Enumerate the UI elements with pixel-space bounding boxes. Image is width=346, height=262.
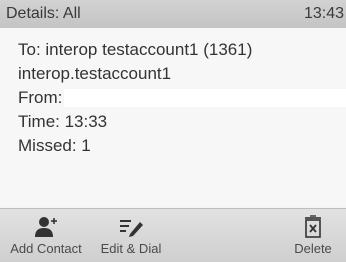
edit-icon (120, 220, 143, 237)
from-value-redacted (64, 89, 346, 107)
edit-dial-button[interactable]: Edit & Dial (92, 209, 170, 262)
call-details-screen: Details: All 13:43 To: interop testaccou… (0, 0, 346, 262)
account-line: interop.testaccount1 (18, 64, 172, 83)
softkey-bar: Add Contact Edit & Dial Delete (0, 208, 346, 262)
add-contact-label: Add Contact (10, 241, 82, 256)
delete-label: Delete (294, 241, 332, 256)
call-details-panel: To: interop testaccount1 (1361) interop.… (0, 28, 346, 206)
page-title: Details: All (6, 5, 81, 22)
to-line: To: interop testaccount1 (1361) (18, 40, 253, 59)
delete-icon (305, 215, 321, 238)
delete-button[interactable]: Delete (280, 209, 346, 262)
clock: 13:43 (303, 5, 344, 22)
missed-line: Missed: 1 (18, 136, 91, 155)
edit-dial-label: Edit & Dial (100, 241, 162, 256)
from-label: From: (18, 88, 63, 107)
add-contact-icon (35, 217, 57, 237)
add-contact-button[interactable]: Add Contact (0, 209, 92, 262)
status-bar: Details: All 13:43 (0, 0, 346, 28)
time-line: Time: 13:33 (18, 112, 108, 131)
